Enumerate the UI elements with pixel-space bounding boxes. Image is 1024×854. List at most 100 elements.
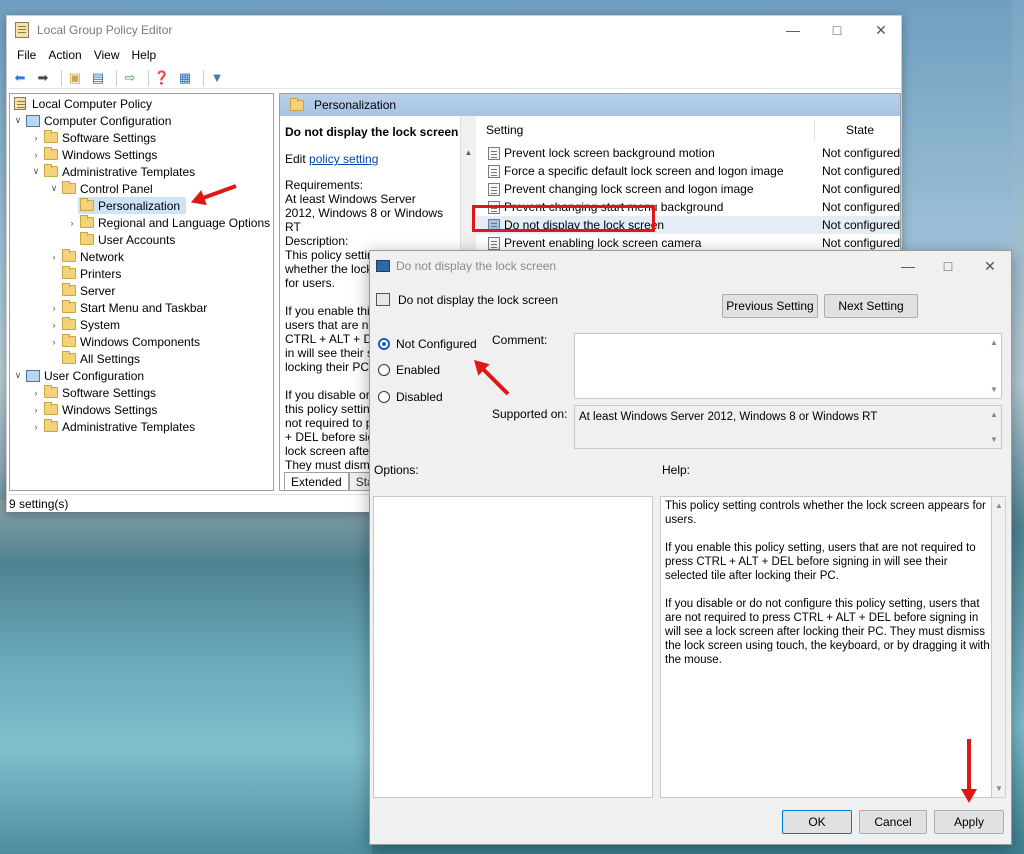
previous-setting-button[interactable]: Previous Setting xyxy=(722,294,818,318)
scroll-up-icon[interactable]: ▲ xyxy=(989,410,999,419)
maximize-icon[interactable]: □ xyxy=(928,251,968,281)
chevron-right-icon[interactable]: › xyxy=(66,218,78,228)
tree-item-personalization[interactable]: Personalization xyxy=(78,197,187,214)
apply-button[interactable]: Apply xyxy=(934,810,1004,834)
chevron-down-icon[interactable]: ∨ xyxy=(12,115,24,126)
tree-item-user-software-settings[interactable]: › Software Settings xyxy=(30,384,156,401)
chevron-down-icon[interactable]: ∨ xyxy=(12,370,24,381)
radio-unchecked-icon[interactable] xyxy=(378,391,390,403)
chevron-right-icon[interactable]: › xyxy=(48,252,60,262)
chevron-right-icon[interactable]: › xyxy=(48,320,60,330)
tree-item-start-menu-taskbar[interactable]: › Start Menu and Taskbar xyxy=(48,299,207,316)
chevron-right-icon[interactable]: › xyxy=(30,133,42,143)
tree-item-control-panel[interactable]: ∨ Control Panel xyxy=(48,180,153,197)
chevron-right-icon[interactable]: › xyxy=(30,150,42,160)
tree-item-user-administrative-templates[interactable]: › Administrative Templates xyxy=(30,418,195,435)
tree-item-regional-language[interactable]: › Regional and Language Options xyxy=(66,214,270,231)
toolbar-separator xyxy=(203,69,204,86)
chevron-right-icon[interactable]: › xyxy=(48,303,60,313)
cancel-button[interactable]: Cancel xyxy=(859,810,927,834)
setting-icon xyxy=(376,293,390,306)
chevron-right-icon[interactable]: › xyxy=(30,422,42,432)
policy-setting-icon xyxy=(488,146,500,160)
chevron-down-icon[interactable]: ∨ xyxy=(48,183,60,194)
help-paragraph: If you enable this policy setting, users… xyxy=(665,542,976,582)
folder-icon xyxy=(62,266,76,279)
tab-extended[interactable]: Extended xyxy=(284,472,349,490)
chevron-right-icon[interactable]: › xyxy=(30,405,42,415)
radio-disabled[interactable]: Disabled xyxy=(378,390,443,404)
radio-enabled[interactable]: Enabled xyxy=(378,363,440,377)
minimize-icon[interactable]: — xyxy=(771,16,815,44)
tree-item-server[interactable]: Server xyxy=(60,282,115,299)
pane-header-title: Personalization xyxy=(314,98,397,112)
scroll-up-icon[interactable]: ▲ xyxy=(989,338,999,347)
tree-item-network[interactable]: › Network xyxy=(48,248,124,265)
menu-action[interactable]: Action xyxy=(42,48,87,62)
scroll-up-icon[interactable]: ▲ xyxy=(461,148,476,157)
dialog-app-icon xyxy=(376,260,390,272)
minimize-icon[interactable]: — xyxy=(888,251,928,281)
column-state[interactable]: State xyxy=(846,116,874,144)
setting-state: Not configured xyxy=(822,182,901,196)
scroll-down-icon[interactable]: ▼ xyxy=(994,784,1004,793)
tree-item-user-windows-settings[interactable]: › Windows Settings xyxy=(30,401,157,418)
radio-not-configured[interactable]: Not Configured xyxy=(378,337,477,351)
scroll-up-icon[interactable]: ▲ xyxy=(994,501,1004,510)
radio-checked-icon[interactable] xyxy=(378,338,390,350)
policy-setting-icon xyxy=(488,182,500,196)
radio-unchecked-icon[interactable] xyxy=(378,364,390,376)
forward-arrow-icon[interactable]: ➡ xyxy=(34,69,52,87)
tree-item-user-configuration[interactable]: ∨ User Configuration xyxy=(12,367,144,384)
filter-icon[interactable]: ▼ xyxy=(208,69,226,87)
list-item[interactable]: Prevent lock screen background motion No… xyxy=(476,144,900,162)
chevron-down-icon[interactable]: ∨ xyxy=(30,166,42,177)
help-icon[interactable]: ❓ xyxy=(153,69,171,87)
list-item[interactable]: Prevent changing lock screen and logon i… xyxy=(476,180,901,198)
tree-item-label: User Accounts xyxy=(98,232,176,247)
show-hide-tree-icon[interactable]: ▤ xyxy=(89,69,107,87)
tree-item-user-accounts[interactable]: User Accounts xyxy=(78,231,175,248)
folder-icon xyxy=(62,317,76,330)
tree-item-windows-settings[interactable]: › Windows Settings xyxy=(30,146,157,163)
tree-item-printers[interactable]: Printers xyxy=(60,265,121,282)
policy-icon xyxy=(14,97,26,110)
column-setting[interactable]: Setting xyxy=(486,116,523,144)
comment-input[interactable]: ▲ ▼ xyxy=(574,333,1002,399)
maximize-icon[interactable]: □ xyxy=(815,16,859,44)
chevron-right-icon[interactable]: › xyxy=(48,337,60,347)
tree-item-label: Windows Settings xyxy=(62,402,158,417)
tree-item-local-computer-policy[interactable]: Local Computer Policy xyxy=(12,95,152,112)
next-setting-button[interactable]: Next Setting xyxy=(824,294,918,318)
menu-help[interactable]: Help xyxy=(126,48,163,62)
menu-view[interactable]: View xyxy=(88,48,126,62)
folder-icon xyxy=(62,351,76,364)
highlight-box xyxy=(472,205,655,232)
help-scrollbar[interactable]: ▲ ▼ xyxy=(992,496,1006,798)
back-arrow-icon[interactable]: ⬅ xyxy=(11,69,29,87)
tree-item-administrative-templates[interactable]: ∨ Administrative Templates xyxy=(30,163,195,180)
menu-file[interactable]: File xyxy=(11,48,42,62)
tree-item-all-settings[interactable]: All Settings xyxy=(60,350,140,367)
scroll-down-icon[interactable]: ▼ xyxy=(989,385,999,394)
toolbar-separator xyxy=(116,69,117,86)
up-folder-icon[interactable]: ▣ xyxy=(66,69,84,87)
close-icon[interactable]: ✕ xyxy=(970,251,1010,281)
tree-item-computer-configuration[interactable]: ∨ Computer Configuration xyxy=(12,112,172,129)
setting-name: Prevent changing lock screen and logon i… xyxy=(504,182,754,196)
supported-on-label: Supported on: xyxy=(492,407,568,421)
window-title: Local Group Policy Editor xyxy=(37,23,173,37)
edit-policy-link[interactable]: policy setting xyxy=(309,152,378,166)
folder-icon xyxy=(44,419,58,432)
tree-item-software-settings[interactable]: › Software Settings xyxy=(30,129,156,146)
chevron-right-icon[interactable]: › xyxy=(30,388,42,398)
close-icon[interactable]: ✕ xyxy=(859,16,903,44)
tree-item-windows-components[interactable]: › Windows Components xyxy=(48,333,200,350)
tree-item-label: Control Panel xyxy=(80,181,153,196)
scroll-down-icon[interactable]: ▼ xyxy=(989,435,999,444)
ok-button[interactable]: OK xyxy=(782,810,852,834)
list-item[interactable]: Force a specific default lock screen and… xyxy=(476,162,900,180)
properties-icon[interactable]: ▦ xyxy=(176,69,194,87)
tree-item-system[interactable]: › System xyxy=(48,316,120,333)
export-list-icon[interactable]: ⇨ xyxy=(121,69,139,87)
